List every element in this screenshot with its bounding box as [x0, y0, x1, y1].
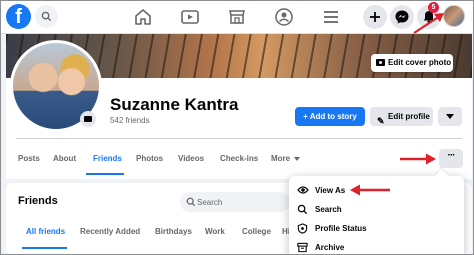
marketplace-icon[interactable] [227, 7, 247, 27]
subtab-all-friends[interactable]: All friends [26, 227, 65, 236]
menu-item-view-as[interactable]: View As [289, 181, 464, 199]
active-subtab-indicator [22, 247, 67, 249]
search-icon [41, 11, 52, 22]
active-tab-indicator [86, 173, 124, 175]
menu-item-search[interactable]: Search [289, 200, 464, 218]
menu-item-archive[interactable]: Archive [289, 238, 464, 255]
camera-icon [376, 59, 385, 66]
profile-options-dropdown-button[interactable] [438, 107, 462, 126]
archive-icon [297, 242, 308, 253]
tab-check-ins[interactable]: Check-ins [220, 154, 258, 163]
shield-icon [297, 223, 308, 234]
more-chevron-down-icon [294, 157, 300, 161]
search-icon [297, 204, 308, 215]
subtab-work[interactable]: Work [205, 227, 225, 236]
menu-item-profile-status[interactable]: Profile Status [289, 219, 464, 237]
edit-profile-label: Edit profile [388, 112, 430, 121]
friends-section-title: Friends [18, 195, 58, 207]
update-profile-picture-button[interactable] [80, 111, 96, 127]
subtab-birthdays[interactable]: Birthdays [155, 227, 192, 236]
edit-profile-button[interactable]: ✎ Edit profile [370, 107, 433, 126]
facebook-logo[interactable]: f [6, 4, 31, 29]
notification-badge: 5 [428, 2, 439, 13]
friends-search-input[interactable] [180, 192, 290, 212]
pencil-icon: ✎ [377, 116, 385, 126]
tab-about[interactable]: About [53, 154, 76, 163]
messenger-button[interactable] [390, 5, 414, 29]
tab-posts[interactable]: Posts [18, 154, 40, 163]
menu-item-label: View As [315, 186, 346, 195]
edit-cover-photo-button[interactable]: Edit cover photo [371, 54, 453, 72]
edit-cover-photo-label: Edit cover photo [388, 58, 452, 67]
subtab-recently-added[interactable]: Recently Added [80, 227, 140, 236]
messenger-icon [395, 10, 409, 24]
menu-item-label: Search [315, 205, 342, 214]
home-icon[interactable] [133, 7, 153, 27]
create-button[interactable] [363, 5, 387, 29]
more-options-menu: View As Search Profile Status Archive [289, 176, 464, 255]
menu-icon[interactable] [321, 7, 341, 27]
tab-more[interactable]: More [271, 154, 290, 163]
search-icon [186, 197, 196, 207]
profile-name: Suzanne Kantra [110, 95, 239, 114]
watch-icon[interactable] [180, 7, 200, 27]
tab-friends[interactable]: Friends [93, 154, 122, 163]
more-options-button[interactable]: ··· [439, 149, 463, 168]
plus-icon [370, 12, 380, 22]
eye-icon [297, 186, 309, 194]
friends-count[interactable]: 542 friends [110, 116, 150, 125]
search-button[interactable] [35, 5, 58, 28]
menu-item-label: Profile Status [315, 224, 367, 233]
tab-videos[interactable]: Videos [178, 154, 204, 163]
subtab-college[interactable]: College [242, 227, 271, 236]
groups-icon[interactable] [274, 7, 294, 27]
tab-photos[interactable]: Photos [136, 154, 163, 163]
account-avatar[interactable] [443, 5, 465, 27]
top-navigation-bar: f 5 [0, 0, 474, 34]
menu-item-label: Archive [315, 243, 345, 252]
add-to-story-button[interactable]: + Add to story [295, 107, 365, 126]
